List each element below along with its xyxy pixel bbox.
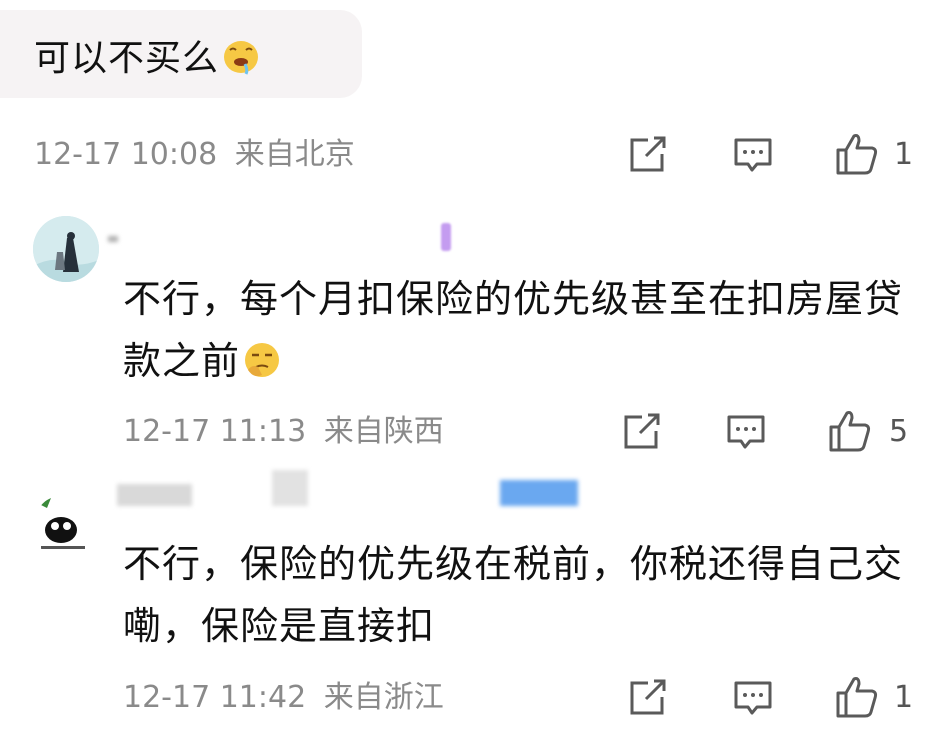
quoted-comment-bubble: 可以不买么 (0, 10, 362, 98)
share-icon (624, 413, 660, 449)
reply-1-time: 12-17 11:13 (123, 414, 307, 449)
avatar[interactable] (33, 216, 99, 282)
like-button[interactable] (835, 675, 879, 723)
reply-1-text: 不行，每个月扣保险的优先级甚至在扣房屋贷款之前 (123, 268, 913, 398)
comment-icon (734, 138, 772, 172)
top-comment-meta: 12-17 10:08 来自北京 (34, 137, 355, 173)
quoted-comment-text: 可以不买么 (34, 36, 261, 87)
comment-button[interactable] (733, 137, 773, 179)
thumbs-up-icon (836, 134, 878, 175)
quoted-comment-content: 可以不买么 (34, 38, 220, 79)
reply-1-meta: 12-17 11:13 来自陕西 (123, 414, 444, 450)
reply-2-location: 来自浙江 (323, 680, 444, 715)
blurred-username (108, 236, 118, 242)
top-comment-like-count: 1 (894, 137, 914, 172)
top-comment-time: 12-17 10:08 (34, 137, 218, 172)
comment-icon (727, 415, 765, 449)
top-comment-location: 来自北京 (234, 137, 355, 172)
like-button[interactable] (828, 409, 872, 457)
reply-1-location: 来自陕西 (323, 414, 444, 449)
avatar[interactable] (33, 494, 99, 560)
share-button[interactable] (628, 679, 668, 721)
blurred-username (117, 484, 192, 506)
reply-2-text: 不行，保险的优先级在税前，你税还得自己交嘞，保险是直接扣 (123, 533, 913, 657)
blurred-badge (441, 223, 451, 251)
thumbs-up-icon (836, 677, 878, 718)
reply-2-meta: 12-17 11:42 来自浙江 (123, 680, 444, 716)
reply-2-content: 不行，保险的优先级在税前，你税还得自己交嘞，保险是直接扣 (123, 542, 904, 648)
share-icon (630, 136, 666, 172)
share-button[interactable] (622, 413, 662, 455)
thumbs-up-icon (829, 411, 871, 452)
comment-icon (734, 681, 772, 715)
like-button[interactable] (835, 132, 879, 180)
drooling-face-emoji-icon (221, 36, 261, 87)
avatar-image-icon (33, 494, 99, 560)
blurred-badge (272, 470, 308, 506)
reply-2-like-count: 1 (894, 680, 914, 715)
comment-button[interactable] (733, 680, 773, 722)
reply-2-time: 12-17 11:42 (123, 680, 307, 715)
reply-1-content: 不行，每个月扣保险的优先级甚至在扣房屋贷款之前 (123, 277, 904, 383)
share-button[interactable] (628, 136, 668, 178)
comment-button[interactable] (726, 414, 766, 456)
reply-1-like-count: 5 (889, 414, 909, 449)
thinking-face-emoji-icon (242, 336, 282, 398)
share-icon (630, 679, 666, 715)
avatar-image-icon (33, 216, 99, 282)
blurred-tag (500, 480, 578, 506)
